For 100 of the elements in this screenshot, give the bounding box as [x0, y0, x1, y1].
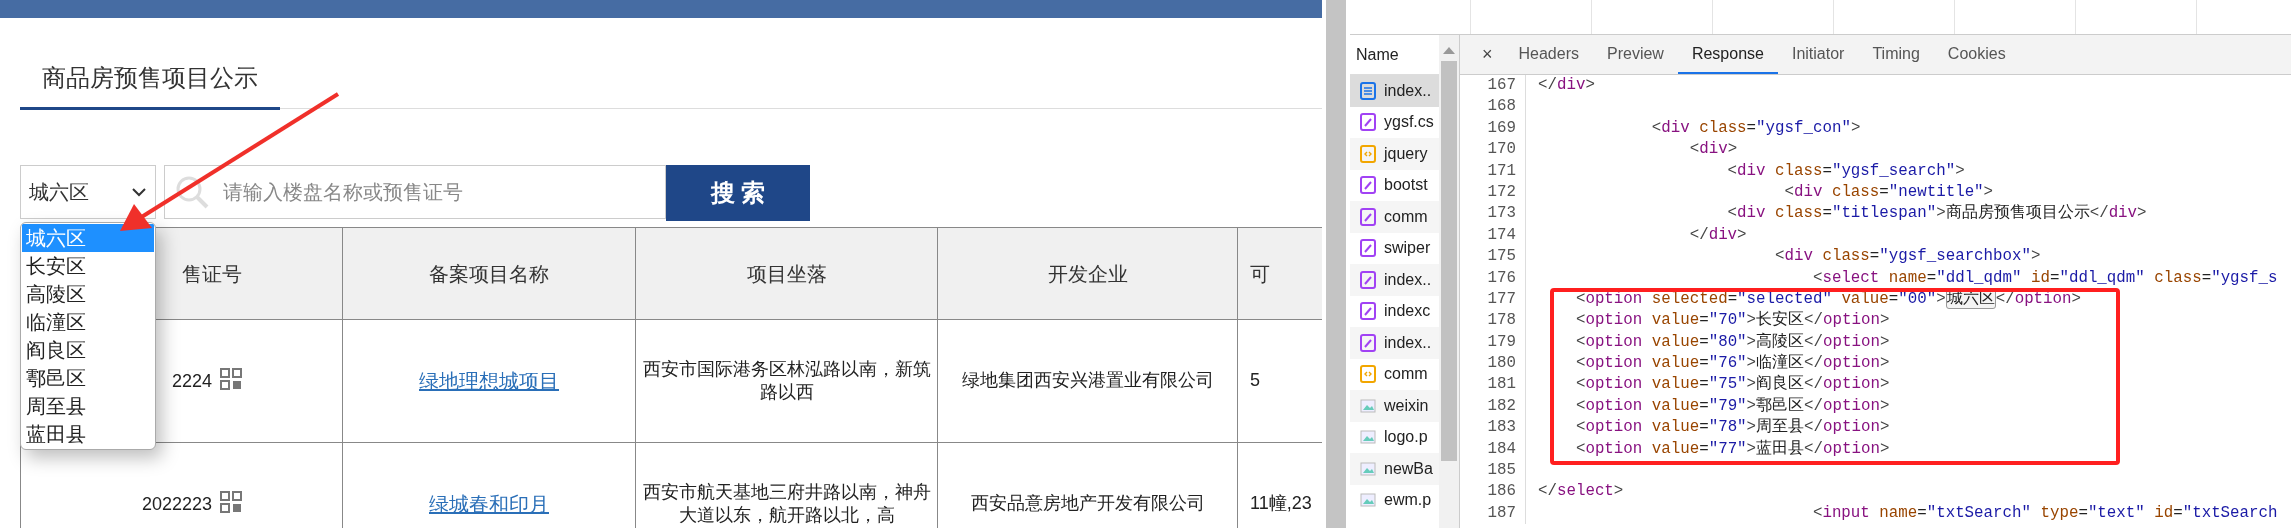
code-line: <div class="newtitle"> — [1783, 181, 1994, 203]
line-number: 174 — [1460, 224, 1526, 247]
line-number: 177 — [1460, 288, 1526, 311]
qr-code-icon[interactable] — [220, 491, 242, 514]
scrollbar-thumb[interactable] — [1441, 61, 1457, 461]
column-header: 项目坐落 — [635, 227, 938, 320]
code-file-icon — [1360, 365, 1376, 384]
pencil-file-icon — [1360, 113, 1376, 132]
dropdown-option[interactable]: 高陵区 — [22, 280, 154, 308]
line-number: 176 — [1460, 267, 1526, 289]
district-select[interactable]: 城六区 — [20, 165, 156, 220]
line-number: 175 — [1460, 246, 1526, 268]
request-item[interactable]: ewm.p — [1350, 484, 1439, 516]
line-number: 178 — [1460, 310, 1526, 332]
code-line: <option value="80">高陵区</option> — [1574, 331, 1890, 353]
line-number: 169 — [1460, 117, 1526, 140]
certificate-number: 2224 — [171, 371, 212, 392]
column-header: 备案项目名称 — [342, 227, 636, 320]
line-number: 182 — [1460, 395, 1526, 418]
line-number: 167 — [1460, 75, 1526, 97]
code-line: <div class="ygsf_search"> — [1726, 160, 1965, 182]
dropdown-option[interactable]: 周至县 — [22, 392, 154, 420]
panel-tab[interactable]: Cookies — [1933, 35, 2020, 74]
column-header: 可 — [1237, 227, 1322, 320]
request-item[interactable]: comm — [1350, 358, 1439, 390]
line-number: 179 — [1460, 331, 1526, 354]
pencil-file-icon — [1360, 270, 1376, 289]
image-icon — [1360, 491, 1376, 510]
line-number: 180 — [1460, 353, 1526, 375]
request-item[interactable]: index.. — [1350, 75, 1439, 107]
column-header: 开发企业 — [937, 227, 1238, 320]
certificate-number: 2022223 — [141, 494, 212, 515]
project-link[interactable]: 绿地理想城项目 — [419, 370, 559, 392]
code-line: <option value="77">蓝田县</option> — [1574, 438, 1890, 460]
code-line: <option value="79">鄠邑区</option> — [1574, 395, 1890, 417]
qr-code-icon[interactable] — [220, 368, 242, 391]
request-item[interactable]: index.. — [1350, 264, 1439, 296]
request-item[interactable]: swiper — [1350, 232, 1439, 264]
project-link[interactable]: 绿城春和印月 — [429, 493, 549, 515]
line-number: 171 — [1460, 160, 1526, 182]
line-number: 184 — [1460, 438, 1526, 461]
code-line: <option value="78">周至县</option> — [1574, 417, 1890, 439]
panel-tab[interactable]: Response — [1677, 35, 1778, 74]
code-line: <div class="ygsf_con"> — [1650, 117, 1861, 139]
code-line: <select name="ddl_qdm" id="ddl_qdm" class="ygsf_s — [1811, 267, 2278, 289]
section-title-tab[interactable]: 商品房预售项目公示 — [20, 62, 280, 111]
request-item[interactable]: jquery — [1350, 138, 1439, 170]
dropdown-option[interactable]: 蓝田县 — [22, 420, 154, 448]
code-line: </div> — [1537, 75, 1595, 96]
code-line: <option value="70">长安区</option> — [1574, 310, 1890, 332]
line-number: 186 — [1460, 481, 1526, 503]
line-number: 183 — [1460, 417, 1526, 439]
request-item[interactable]: newBa — [1350, 453, 1439, 485]
line-number: 181 — [1460, 374, 1526, 396]
image-icon — [1360, 459, 1376, 478]
line-number: 185 — [1460, 460, 1526, 482]
search-field[interactable]: 请输入楼盘名称或预售证号 — [164, 165, 666, 220]
line-number: 173 — [1460, 203, 1526, 225]
location-cell: 西安市国际港务区林泓路以南，新筑路以西 — [635, 319, 938, 443]
code-line: <div class="titlespan">商品房预售项目公示</div> — [1726, 203, 2147, 225]
chevron-down-icon — [131, 187, 147, 198]
close-button[interactable]: × — [1470, 35, 1505, 74]
search-button[interactable]: 搜 索 — [666, 165, 810, 222]
select-value: 城六区 — [29, 180, 89, 206]
panel-tab[interactable]: Timing — [1858, 35, 1934, 74]
document-icon — [1360, 81, 1376, 100]
code-line: </select> — [1537, 481, 1624, 503]
code-file-icon — [1360, 144, 1376, 163]
panel-tab[interactable]: Initiator — [1777, 35, 1859, 74]
request-item[interactable]: index.. — [1350, 327, 1439, 359]
request-item[interactable]: comm — [1350, 201, 1439, 233]
request-item[interactable]: ygsf.cs — [1350, 106, 1439, 138]
line-number: 168 — [1460, 96, 1526, 118]
request-item[interactable]: logo.p — [1350, 421, 1439, 453]
search-icon — [174, 174, 210, 211]
panel-tab[interactable]: Headers — [1504, 35, 1593, 74]
image-icon — [1360, 428, 1376, 447]
code-line: <div> — [1688, 139, 1738, 161]
pencil-file-icon — [1360, 207, 1376, 226]
image-icon — [1360, 396, 1376, 415]
request-item[interactable]: indexc — [1350, 295, 1439, 327]
pencil-file-icon — [1360, 302, 1376, 321]
page-scrollbar[interactable] — [1326, 0, 1346, 528]
line-number: 170 — [1460, 139, 1526, 161]
pencil-file-icon — [1360, 239, 1376, 258]
line-number: 187 — [1460, 502, 1526, 525]
code-line: <div class="ygsf_searchbox"> — [1774, 246, 2041, 268]
request-item[interactable]: weixin — [1350, 390, 1439, 422]
code-line: <option value="75">阎良区</option> — [1574, 374, 1890, 396]
pencil-file-icon — [1360, 176, 1376, 195]
dropdown-option[interactable]: 阎良区 — [22, 336, 154, 364]
scroll-up-icon[interactable] — [1442, 45, 1456, 55]
panel-tab[interactable]: Preview — [1593, 35, 1678, 74]
dropdown-option[interactable]: 鄠邑区 — [22, 364, 154, 392]
request-item[interactable]: bootst — [1350, 169, 1439, 201]
code-line: </div> — [1688, 224, 1747, 246]
pencil-file-icon — [1360, 333, 1376, 352]
line-number: 172 — [1460, 181, 1526, 204]
developer-cell: 绿地集团西安兴港置业有限公司 — [937, 319, 1238, 443]
dropdown-option[interactable]: 长安区 — [22, 252, 154, 280]
